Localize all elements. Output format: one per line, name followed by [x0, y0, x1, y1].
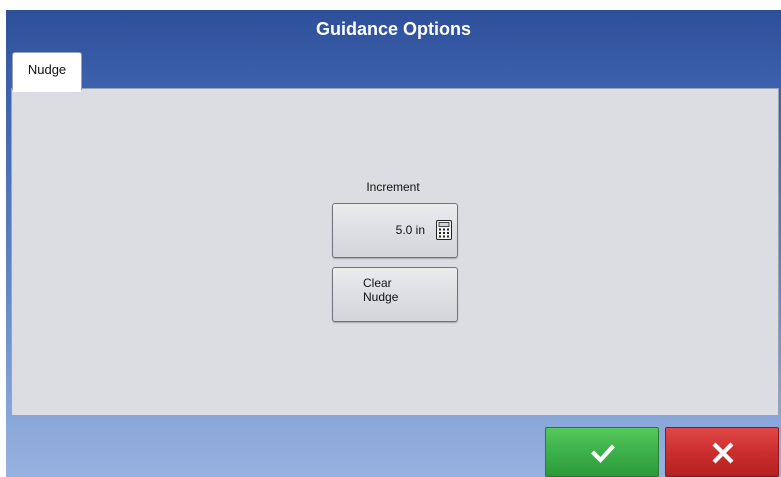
window-title: Guidance Options — [315, 19, 471, 39]
close-icon — [712, 442, 734, 464]
increment-label: Increment — [366, 180, 420, 194]
increment-value: 5.0 in — [395, 223, 425, 237]
increment-button[interactable]: 5.0 in — [332, 203, 458, 258]
calculator-icon — [436, 220, 452, 240]
tab-connector — [13, 88, 81, 92]
tab-nudge[interactable]: Nudge — [12, 52, 82, 90]
clear-nudge-label-line2: Nudge — [363, 290, 399, 304]
clear-nudge-label-line1: Clear — [363, 276, 392, 290]
cancel-button[interactable] — [665, 427, 779, 477]
clear-nudge-label: Clear Nudge — [363, 276, 403, 304]
clear-nudge-button[interactable]: Clear Nudge — [332, 267, 458, 322]
guidance-options-window: Guidance Options Nudge Increment 5.0 in … — [6, 10, 781, 477]
confirm-button[interactable] — [545, 427, 659, 477]
tab-nudge-label: Nudge — [27, 62, 67, 77]
checkmark-icon — [591, 444, 615, 464]
